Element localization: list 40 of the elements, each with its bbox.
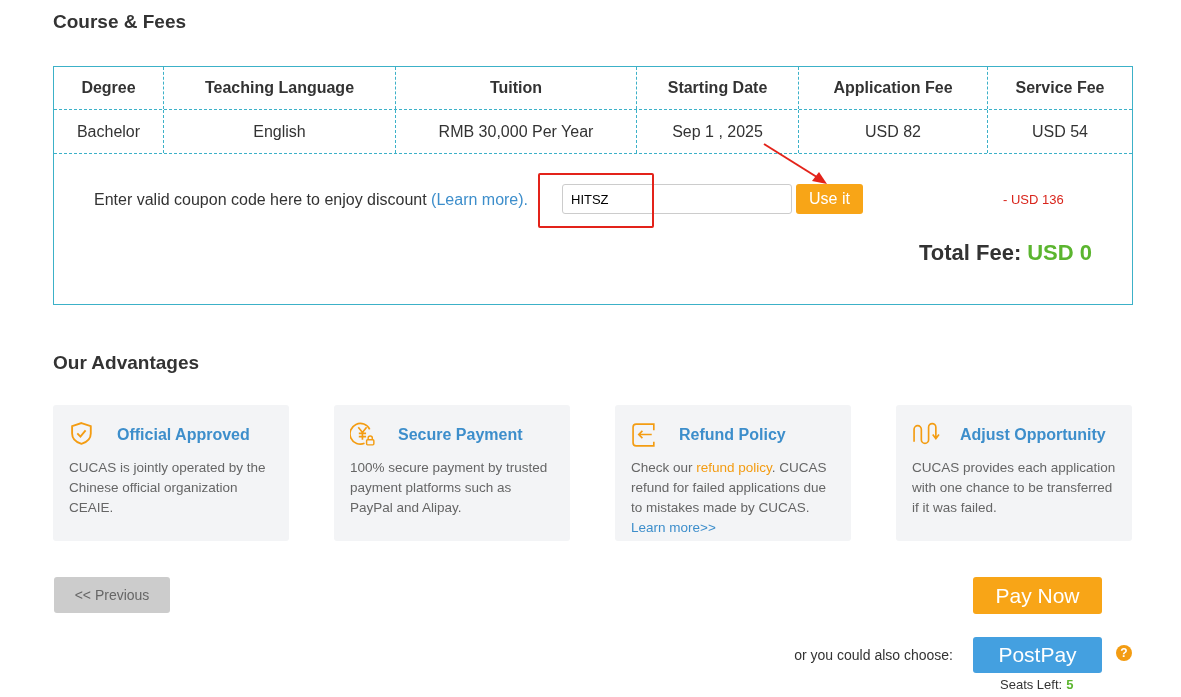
table-cell: USD 82 <box>799 110 988 153</box>
pay-now-button[interactable]: Pay Now <box>973 577 1102 614</box>
column-header: Starting Date <box>637 67 799 109</box>
table-cell-text: USD 54 <box>1031 121 1089 142</box>
coupon-input[interactable]: HITSZ <box>562 184 792 214</box>
column-header: Teaching Language <box>164 67 396 109</box>
total-fee-label: Total Fee: <box>918 239 1022 267</box>
refund-policy-link[interactable]: refund policy <box>696 460 772 475</box>
alternative-prompt: or you could also choose: <box>794 646 953 665</box>
section-heading: Course & Fees <box>53 10 188 34</box>
card-title: Adjust Opportunity <box>960 425 1106 445</box>
section-heading: Our Advantages <box>53 351 201 375</box>
card-title: Refund Policy <box>679 425 786 445</box>
table-cell: Sep 1 , 2025 <box>637 110 799 153</box>
seats-left-count: 5 <box>1066 676 1074 694</box>
seats-left-label: Seats Left: <box>1000 676 1063 694</box>
table-cell: Bachelor <box>54 110 164 153</box>
previous-button[interactable]: << Previous <box>54 577 170 613</box>
learn-more-link[interactable]: (Learn more). <box>431 191 529 208</box>
card-description: CUCAS is jointly operated by the Chinese official organization CEAIE. <box>69 459 267 517</box>
learn-more-link[interactable]: Learn more>> <box>631 520 716 535</box>
yen-lock-icon <box>350 421 378 449</box>
card-title: Secure Payment <box>398 425 523 445</box>
total-fee-amount: USD 0 <box>1027 239 1092 267</box>
column-header: Application Fee <box>799 67 988 109</box>
table-cell: RMB 30,000 Per Year <box>396 110 637 153</box>
use-it-button[interactable]: Use it <box>796 184 863 214</box>
card-description: Check our refund policy. CUCAS refund for failed applications due to mistakes made by CUCAS. Learn more>> <box>631 459 828 537</box>
help-icon[interactable]: ? <box>1116 645 1132 661</box>
table-cell: English <box>164 110 396 153</box>
card-description: CUCAS provides each application with one chance to be transferred if it was failed. <box>912 459 1116 517</box>
column-header: Tuition <box>396 67 637 109</box>
postpay-button[interactable]: PostPay <box>973 637 1102 673</box>
coupon-prompt: Enter valid coupon code here to enjoy discount (Learn more). <box>94 190 529 210</box>
column-header: Service Fee <box>1014 78 1106 98</box>
card-description: 100% secure payment by trusted payment platforms such as PayPal and Alipay. <box>350 459 549 517</box>
column-header: Degree <box>54 67 164 109</box>
discount-amount: - USD 136 <box>1003 191 1064 209</box>
annotation-arrow <box>763 143 827 184</box>
card-title: Official Approved <box>117 425 250 445</box>
